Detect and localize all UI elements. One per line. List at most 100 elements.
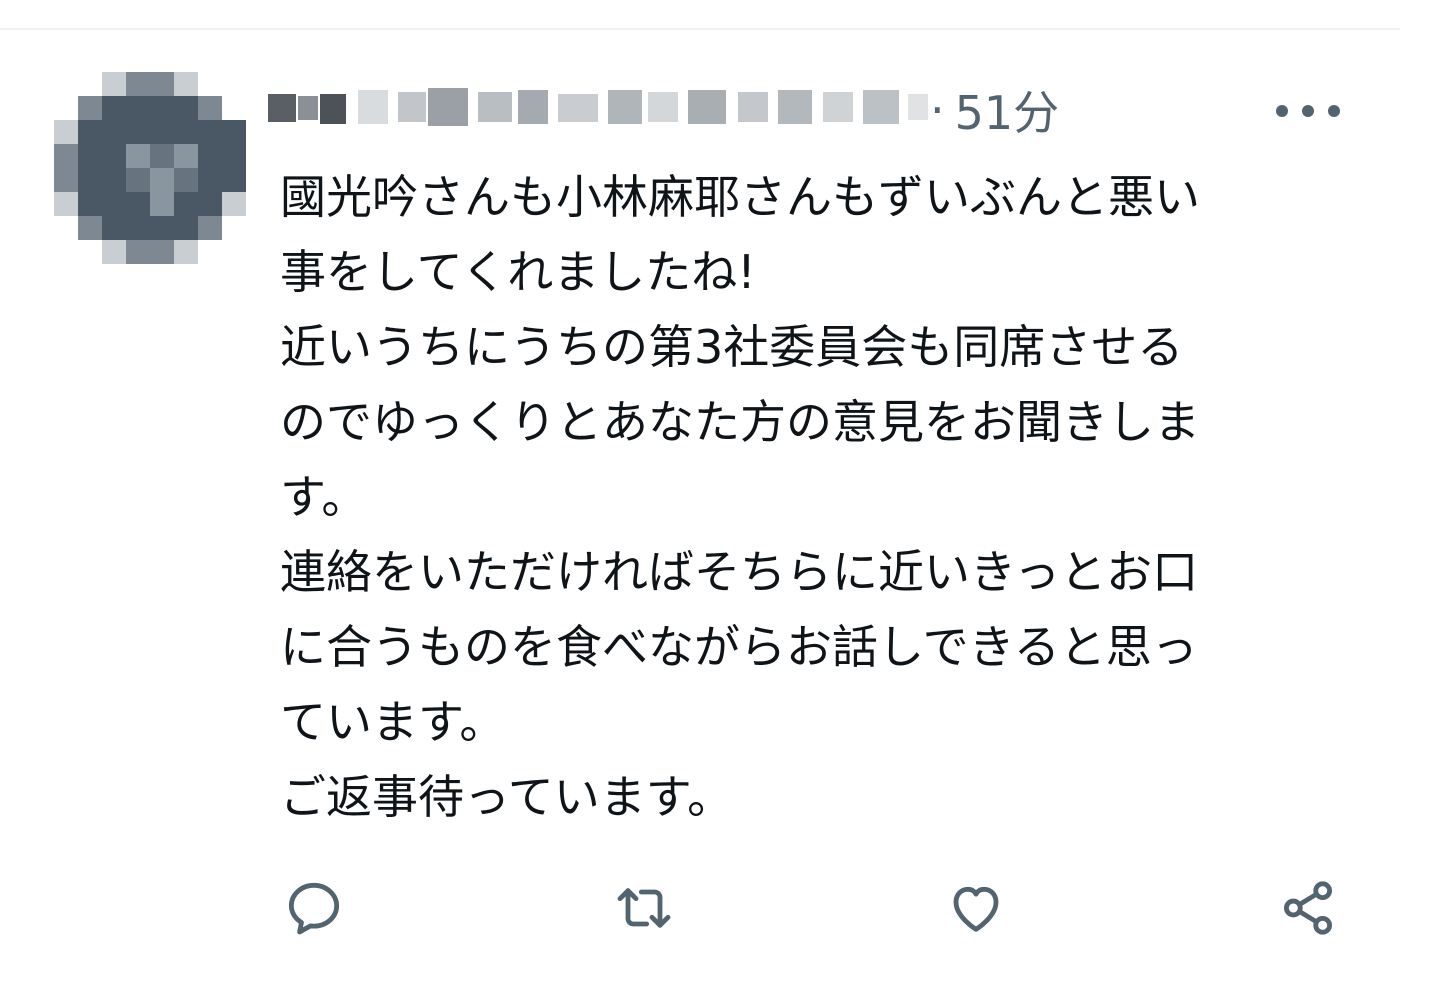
avatar-pixel bbox=[174, 120, 198, 144]
redaction-block bbox=[608, 90, 642, 124]
avatar-pixel bbox=[102, 120, 126, 144]
redaction-block bbox=[320, 94, 346, 124]
avatar-pixel bbox=[150, 144, 174, 168]
more-dot bbox=[1276, 105, 1288, 117]
avatar-pixel bbox=[78, 96, 102, 120]
more-dot bbox=[1302, 105, 1314, 117]
more-options-button[interactable] bbox=[1276, 96, 1340, 126]
redaction-block bbox=[358, 90, 388, 124]
avatar-pixel bbox=[78, 120, 102, 144]
avatar-pixel bbox=[198, 168, 222, 192]
more-dot bbox=[1328, 105, 1340, 117]
post-text-line: 近いうちにうちの第3社委員会も同席させる bbox=[280, 320, 1184, 374]
post-text-line: のでゆっくりとあなた方の意見をお聞きしま bbox=[280, 395, 1200, 449]
avatar-pixel bbox=[54, 144, 78, 168]
avatar-pixel bbox=[102, 144, 126, 168]
redaction-block bbox=[478, 92, 512, 122]
share-icon bbox=[1284, 881, 1332, 935]
redaction-block bbox=[648, 92, 678, 122]
redaction-block bbox=[823, 92, 853, 122]
post-text-line: 連絡をいただければそちらに近いきっとお口 bbox=[280, 545, 1199, 599]
post-text-line: す。 bbox=[280, 470, 368, 524]
avatar-pixel bbox=[222, 168, 246, 192]
avatar-pixel bbox=[150, 192, 174, 216]
avatar-pixel bbox=[222, 240, 246, 264]
post-text-line: 事をしてくれましたね! bbox=[280, 245, 756, 299]
post-time[interactable]: 51分 bbox=[955, 77, 1060, 143]
post-text-line: ています。 bbox=[280, 695, 506, 749]
avatar-pixel bbox=[150, 216, 174, 240]
avatar-pixel bbox=[54, 216, 78, 240]
avatar-pixel bbox=[102, 168, 126, 192]
avatar-pixel bbox=[126, 96, 150, 120]
avatar-pixel bbox=[198, 216, 222, 240]
avatar-pixel bbox=[150, 96, 174, 120]
avatar-pixel bbox=[198, 240, 222, 264]
redaction-block bbox=[558, 94, 598, 122]
repost-icon bbox=[617, 888, 671, 928]
avatar-pixel bbox=[150, 240, 174, 264]
share-button[interactable] bbox=[1270, 870, 1346, 946]
avatar-pixel bbox=[126, 72, 150, 96]
avatar-pixel bbox=[222, 96, 246, 120]
avatar-pixel bbox=[198, 72, 222, 96]
avatar-pixel bbox=[174, 216, 198, 240]
avatar-pixel bbox=[174, 240, 198, 264]
reply-button[interactable] bbox=[276, 870, 352, 946]
redacted-username[interactable] bbox=[268, 84, 928, 134]
avatar-pixel bbox=[102, 72, 126, 96]
avatar-pixel bbox=[198, 192, 222, 216]
post-text-line: ご返事待っています。 bbox=[280, 770, 734, 824]
redaction-block bbox=[298, 96, 318, 120]
avatar-pixel bbox=[222, 72, 246, 96]
avatar-pixel bbox=[174, 168, 198, 192]
avatar-pixel bbox=[222, 216, 246, 240]
avatar-pixel bbox=[102, 240, 126, 264]
avatar-pixel bbox=[78, 72, 102, 96]
action-bar bbox=[0, 870, 1439, 950]
avatar-pixel bbox=[78, 216, 102, 240]
avatar-pixel bbox=[126, 144, 150, 168]
avatar-pixel bbox=[54, 96, 78, 120]
avatar-pixel bbox=[54, 192, 78, 216]
avatar-pixel bbox=[174, 96, 198, 120]
avatar-pixel bbox=[174, 192, 198, 216]
reply-icon bbox=[288, 882, 340, 935]
avatar-pixel bbox=[222, 192, 246, 216]
post[interactable]: · 51分 國光吟さんも小林麻耶さんもずいぶんと悪い 事をしてくれましたね! 近… bbox=[0, 0, 1439, 989]
repost-button[interactable] bbox=[606, 870, 682, 946]
redaction-block bbox=[398, 92, 426, 122]
avatar-pixel bbox=[198, 120, 222, 144]
avatar-pixel bbox=[102, 192, 126, 216]
avatar-pixel bbox=[54, 168, 78, 192]
avatar-pixel bbox=[78, 168, 102, 192]
redaction-block bbox=[863, 90, 899, 124]
avatar-pixel bbox=[222, 120, 246, 144]
avatar-pixel bbox=[126, 192, 150, 216]
heart-icon bbox=[953, 886, 999, 932]
post-text: 國光吟さんも小林麻耶さんもずいぶんと悪い 事をしてくれましたね! 近いうちにうち… bbox=[280, 160, 1340, 835]
avatar-pixel bbox=[102, 96, 126, 120]
avatar-pixel bbox=[78, 192, 102, 216]
avatar-pixel bbox=[78, 144, 102, 168]
avatar-pixel bbox=[198, 144, 222, 168]
avatar-pixel bbox=[150, 72, 174, 96]
post-meta: · 51分 bbox=[930, 80, 1059, 140]
avatar-pixel bbox=[126, 240, 150, 264]
post-text-line: に合うものを食べながらお話しできると思っ bbox=[280, 620, 1198, 674]
redaction-block bbox=[688, 90, 726, 124]
avatar-pixel bbox=[174, 144, 198, 168]
avatar-pixel bbox=[222, 144, 246, 168]
avatar-pixel bbox=[54, 240, 78, 264]
avatar-pixel bbox=[54, 72, 78, 96]
redaction-block bbox=[908, 94, 928, 120]
redaction-block bbox=[268, 94, 296, 122]
post-text-line: 國光吟さんも小林麻耶さんもずいぶんと悪い bbox=[280, 170, 1200, 224]
like-button[interactable] bbox=[938, 870, 1014, 946]
redaction-block bbox=[428, 88, 468, 126]
redaction-block bbox=[738, 92, 768, 122]
avatar-pixel bbox=[102, 216, 126, 240]
avatar-pixel bbox=[126, 120, 150, 144]
avatar[interactable] bbox=[54, 72, 246, 264]
avatar-pixel bbox=[150, 120, 174, 144]
